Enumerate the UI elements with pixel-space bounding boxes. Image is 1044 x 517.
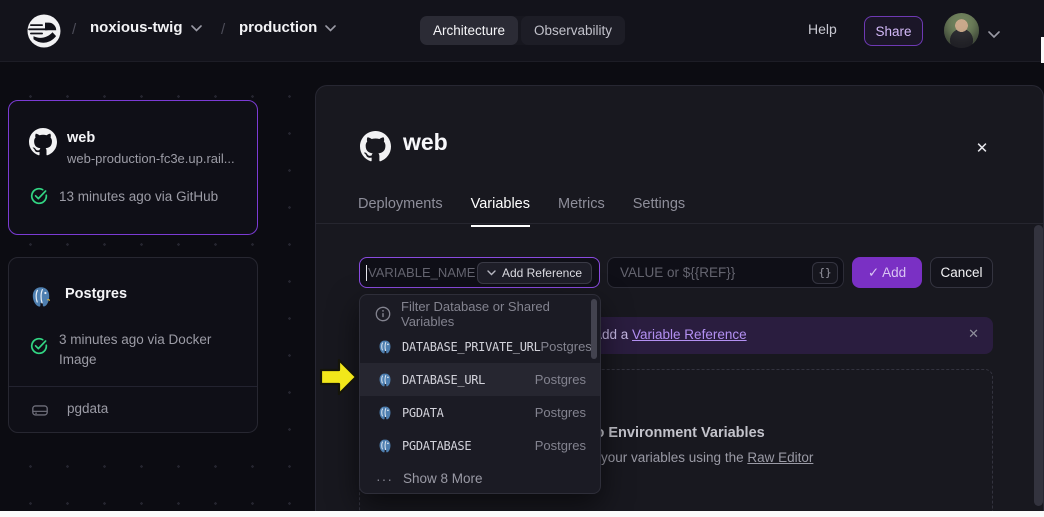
dropdown-item-database-private-url[interactable]: DATABASE_PRIVATE_URL Postgres [360, 330, 600, 363]
deploy-status: 13 minutes ago via GitHub [59, 187, 244, 207]
empty-state-subtitle: your variables using the [601, 450, 747, 465]
tabs-divider [316, 223, 1044, 224]
raw-editor-link[interactable]: Raw Editor [747, 450, 813, 465]
service-domain: web-production-fc3e.up.rail... [67, 151, 235, 166]
postgres-icon [377, 405, 393, 421]
chevron-down-icon [191, 25, 202, 32]
postgres-icon [377, 438, 393, 454]
text-cursor [366, 265, 367, 281]
variable-reference-link[interactable]: Variable Reference [632, 327, 747, 342]
variable-suggestion-dropdown: Filter Database or Shared Variables DATA… [359, 294, 601, 494]
variable-value-input[interactable]: VALUE or ${{REF}} {} [607, 257, 844, 288]
info-icon [375, 306, 391, 322]
variable-value-placeholder: VALUE or ${{REF}} [620, 265, 735, 280]
avatar[interactable] [944, 13, 979, 48]
top-navbar: / noxious-twig / production Architecture… [0, 0, 1044, 62]
chevron-down-icon [325, 25, 336, 32]
postgres-icon [29, 285, 53, 314]
github-icon [360, 131, 391, 167]
panel-close-icon[interactable]: ✕ [968, 134, 996, 162]
banner-close-icon[interactable]: ✕ [968, 326, 979, 342]
volume-row-pgdata[interactable]: pgdata [9, 386, 257, 432]
dropdown-item-pgdata[interactable]: PGDATA Postgres [360, 396, 600, 429]
github-icon [29, 128, 57, 161]
annotation-arrow-icon [319, 357, 359, 402]
project-breadcrumb[interactable]: noxious-twig [90, 19, 202, 36]
service-card-web[interactable]: web web-production-fc3e.up.rail... 13 mi… [8, 100, 258, 235]
share-button[interactable]: Share [864, 16, 923, 46]
environment-name: production [239, 19, 317, 36]
view-switcher: Architecture Observability [420, 16, 625, 45]
empty-state-title: No Environment Variables [585, 425, 765, 441]
dropdown-item-database-url[interactable]: DATABASE_URL Postgres [360, 363, 600, 396]
service-card-postgres[interactable]: Postgres 3 minutes ago via Docker Image … [8, 257, 258, 433]
raw-value-toggle[interactable]: {} [812, 262, 838, 284]
service-name: Postgres [65, 286, 127, 302]
environment-breadcrumb[interactable]: production [239, 19, 336, 36]
dropdown-filter-hint: Filter Database or Shared Variables [360, 297, 600, 330]
service-detail-panel: web ✕ Deployments Variables Metrics Sett… [315, 85, 1044, 517]
variable-name-input[interactable]: VARIABLE_NAME Add Reference [359, 257, 600, 288]
add-variable-button[interactable]: ✓ Add [852, 257, 922, 288]
panel-title: web [403, 129, 448, 156]
postgres-icon [377, 339, 393, 355]
cancel-button[interactable]: Cancel [930, 257, 993, 288]
tab-architecture[interactable]: Architecture [420, 16, 518, 45]
dropdown-scrollbar[interactable] [591, 299, 597, 359]
volume-name: pgdata [67, 401, 108, 416]
deploy-status: 3 minutes ago via Docker Image [59, 330, 244, 370]
add-reference-button[interactable]: Add Reference [477, 262, 592, 284]
postgres-icon [377, 372, 393, 388]
variable-name-placeholder: VARIABLE_NAME [368, 265, 475, 280]
ellipsis-icon: ··· [376, 471, 393, 487]
user-menu-chevron-icon[interactable] [988, 26, 1000, 44]
railway-logo-icon[interactable] [26, 13, 62, 49]
panel-scrollbar[interactable] [1034, 225, 1043, 506]
show-more-button[interactable]: ··· Show 8 More [360, 462, 600, 495]
breadcrumb-separator: / [72, 21, 76, 38]
success-check-icon [29, 336, 49, 361]
page-bottom-edge [0, 511, 1044, 517]
service-name: web [67, 130, 95, 146]
success-check-icon [29, 186, 49, 211]
tab-observability[interactable]: Observability [521, 16, 625, 45]
breadcrumb-separator: / [221, 21, 225, 38]
volume-disk-icon [31, 401, 49, 424]
dropdown-item-pgdatabase[interactable]: PGDATABASE Postgres [360, 429, 600, 462]
project-name: noxious-twig [90, 19, 183, 36]
help-button[interactable]: Help [808, 21, 837, 37]
chevron-down-icon [487, 270, 496, 276]
railway-project-window: / noxious-twig / production Architecture… [0, 0, 1044, 517]
